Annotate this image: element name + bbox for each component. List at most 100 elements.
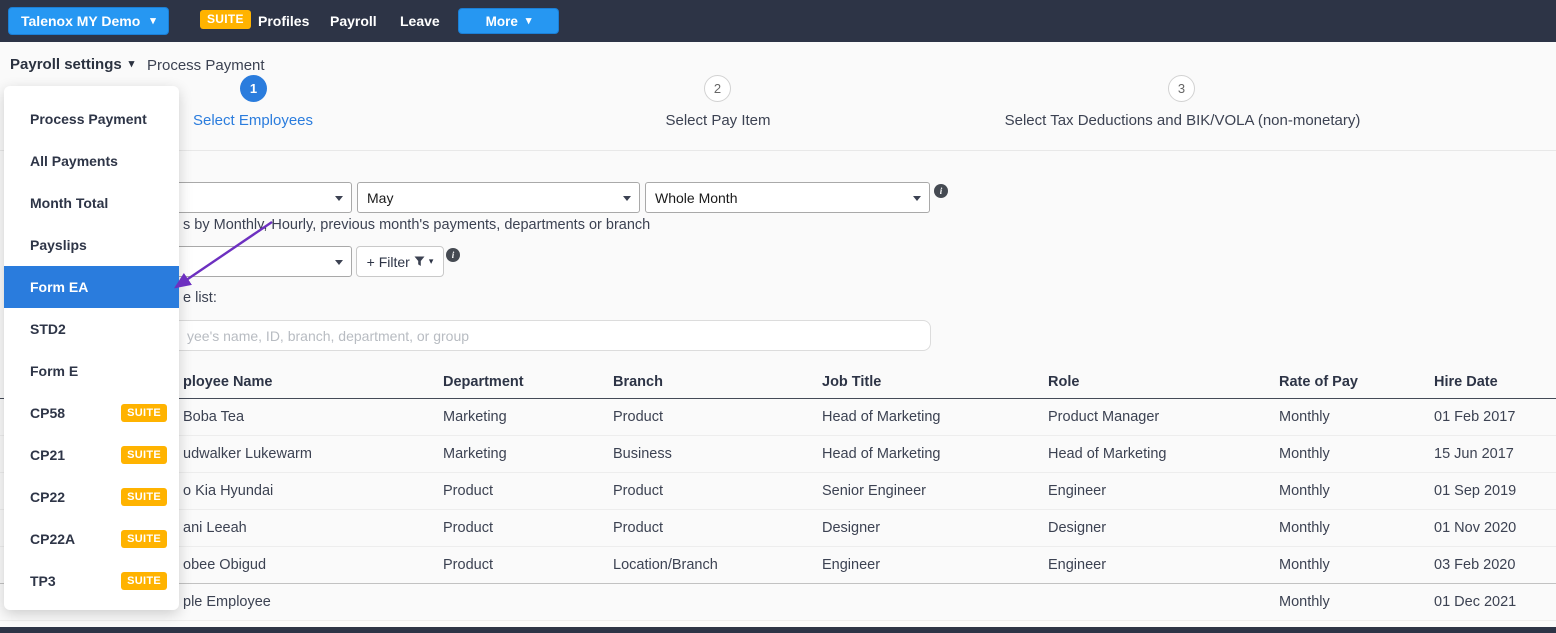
menu-item-label: Month Total: [30, 195, 108, 211]
nav-profiles[interactable]: Profiles: [258, 13, 309, 29]
menu-item-month-total[interactable]: Month Total: [4, 182, 179, 224]
menu-item-cp58[interactable]: CP58SUITE: [4, 392, 179, 434]
payroll-settings-label: Payroll settings: [10, 56, 122, 73]
step-3-label: Select Tax Deductions and BIK/VOLA (non-…: [930, 112, 1435, 129]
table-cell: Monthly: [1264, 594, 1419, 610]
step-2-circle[interactable]: 2: [704, 75, 731, 102]
menu-item-process-payment[interactable]: Process Payment: [4, 98, 179, 140]
menu-item-label: Payslips: [30, 237, 87, 253]
group-filter-select[interactable]: [150, 246, 352, 277]
suite-badge: SUITE: [121, 530, 167, 548]
month-select[interactable]: May: [357, 182, 640, 213]
pay-type-select[interactable]: [150, 182, 352, 213]
menu-item-std2[interactable]: STD2: [4, 308, 179, 350]
column-header-job-title: Job Title: [807, 374, 1033, 390]
top-navbar: Talenox MY Demo ▾ SUITE Profiles Payroll…: [0, 0, 1556, 42]
step-1-label: Select Employees: [168, 112, 338, 129]
table-cell: Head of Marketing: [807, 409, 1033, 425]
dropdown-arrow-icon: [913, 196, 921, 201]
menu-item-label: CP22: [30, 489, 65, 505]
filter-button-label: + Filter: [367, 254, 410, 270]
payroll-settings-dropdown[interactable]: Payroll settings ▾: [10, 56, 134, 73]
more-label: More: [486, 14, 518, 29]
menu-item-cp21[interactable]: CP21SUITE: [4, 434, 179, 476]
table-cell: Business: [598, 446, 807, 462]
table-cell: Monthly: [1264, 409, 1419, 425]
menu-item-label: CP21: [30, 447, 65, 463]
menu-item-payslips[interactable]: Payslips: [4, 224, 179, 266]
employee-search-input[interactable]: [150, 320, 931, 351]
breadcrumb-current-page: Process Payment: [147, 57, 265, 74]
company-name: Talenox MY Demo: [21, 13, 140, 29]
column-header-department: Department: [428, 374, 598, 390]
step-1-circle[interactable]: 1: [240, 75, 267, 102]
menu-item-cp22[interactable]: CP22 SUITE: [4, 476, 179, 518]
chevron-down-icon: ▾: [129, 59, 135, 70]
employee-row[interactable]: ani Leeah Product Product Designer Desig…: [0, 510, 1556, 547]
column-header-role: Role: [1033, 374, 1264, 390]
table-cell: 01 Nov 2020: [1419, 520, 1556, 536]
dropdown-arrow-icon: [335, 196, 343, 201]
table-cell: Marketing: [428, 446, 598, 462]
table-cell: Monthly: [1264, 520, 1419, 536]
column-header-rate-of-pay: Rate of Pay: [1264, 374, 1419, 390]
table-cell: Monthly: [1264, 557, 1419, 573]
period-select[interactable]: Whole Month: [645, 182, 930, 213]
table-cell: Designer: [807, 520, 1033, 536]
employee-row[interactable]: obee Obigud Product Location/Branch Engi…: [0, 547, 1556, 584]
chevron-down-icon: ▾: [429, 257, 434, 266]
menu-item-form-e[interactable]: Form E: [4, 350, 179, 392]
table-cell: 01 Dec 2021: [1419, 594, 1556, 610]
step-2-label: Select Pay Item: [633, 112, 803, 129]
section-divider: [0, 150, 1556, 151]
employee-list-label: e list:: [183, 290, 217, 306]
suite-badge: SUITE: [121, 572, 167, 590]
table-cell: 03 Feb 2020: [1419, 557, 1556, 573]
menu-item-label: All Payments: [30, 153, 118, 169]
table-cell: Product: [428, 483, 598, 499]
table-header-row: ployee Name Department Branch Job Title …: [0, 365, 1556, 399]
info-icon[interactable]: i: [934, 184, 948, 198]
chevron-down-icon: ▾: [150, 16, 156, 27]
employee-row[interactable]: ple Employee Monthly 01 Dec 2021: [0, 584, 1556, 621]
menu-item-label: CP58: [30, 405, 65, 421]
nav-payroll[interactable]: Payroll: [330, 13, 377, 29]
column-header-branch: Branch: [598, 374, 807, 390]
employee-row[interactable]: Boba Tea Marketing Product Head of Marke…: [0, 399, 1556, 436]
table-cell: Monthly: [1264, 446, 1419, 462]
more-menu-button[interactable]: More ▾: [458, 8, 559, 34]
dropdown-arrow-icon: [623, 196, 631, 201]
menu-item-all-payments[interactable]: All Payments: [4, 140, 179, 182]
select-value: May: [367, 190, 393, 206]
table-cell: 15 Jun 2017: [1419, 446, 1556, 462]
company-selector-button[interactable]: Talenox MY Demo ▾: [8, 7, 169, 35]
menu-item-label: TP3: [30, 573, 56, 589]
table-cell: 01 Sep 2019: [1419, 483, 1556, 499]
table-cell: Head of Marketing: [1033, 446, 1264, 462]
suite-badge: SUITE: [121, 488, 167, 506]
table-cell: Head of Marketing: [807, 446, 1033, 462]
table-cell: Product: [428, 557, 598, 573]
employee-table: ployee Name Department Branch Job Title …: [0, 365, 1556, 621]
employee-row[interactable]: o Kia Hyundai Product Product Senior Eng…: [0, 473, 1556, 510]
table-cell: Product: [598, 483, 807, 499]
table-cell: 01 Feb 2017: [1419, 409, 1556, 425]
table-cell: Monthly: [1264, 483, 1419, 499]
step-3-circle[interactable]: 3: [1168, 75, 1195, 102]
table-cell: Engineer: [1033, 483, 1264, 499]
table-cell: Product: [598, 409, 807, 425]
bottom-page-edge: [0, 627, 1556, 633]
nav-leave[interactable]: Leave: [400, 13, 440, 29]
add-filter-button[interactable]: + Filter ▾: [356, 246, 444, 277]
menu-item-tp3[interactable]: TP3 SUITE: [4, 560, 179, 602]
employee-row[interactable]: udwalker Lukewarm Marketing Business Hea…: [0, 436, 1556, 473]
info-icon[interactable]: i: [446, 248, 460, 262]
select-value: Whole Month: [655, 190, 737, 206]
menu-item-cp22a[interactable]: CP22A SUITE: [4, 518, 179, 560]
filter-hint-text: s by Monthly, Hourly, previous month's p…: [183, 217, 650, 233]
menu-item-label: Form E: [30, 363, 78, 379]
menu-item-label: CP22A: [30, 531, 75, 547]
chevron-down-icon: ▾: [526, 16, 532, 27]
table-cell: Location/Branch: [598, 557, 807, 573]
menu-item-form-ea[interactable]: Form EA: [4, 266, 179, 308]
